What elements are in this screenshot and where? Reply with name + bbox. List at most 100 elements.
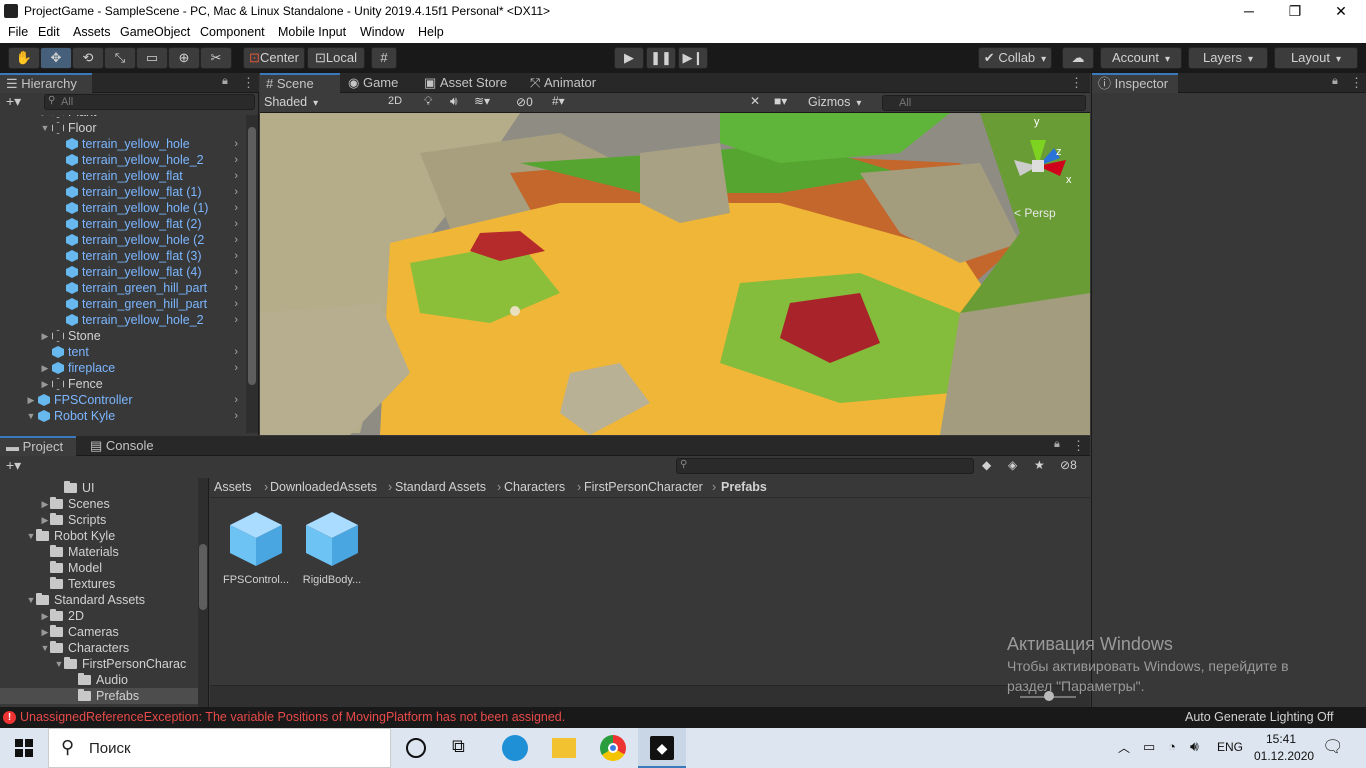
menu-file[interactable]: File: [8, 25, 28, 39]
chevron-down-icon[interactable]: ▼: [40, 640, 50, 656]
more-menu-icon[interactable]: ⋮: [242, 75, 255, 91]
breadcrumb-downloadedassets[interactable]: DownloadedAssets: [270, 478, 377, 496]
hierarchy-item[interactable]: ▶ Fence: [0, 376, 244, 392]
battery-icon[interactable]: ▭: [1143, 739, 1155, 755]
volume-icon[interactable]: 🔊︎: [1190, 738, 1199, 755]
grid-snap-icon[interactable]: #: [371, 47, 397, 69]
open-prefab-arrow-icon[interactable]: ›: [234, 200, 238, 216]
chevron-right-icon[interactable]: ▶: [40, 328, 50, 344]
language-indicator[interactable]: ENG: [1217, 740, 1243, 754]
open-prefab-arrow-icon[interactable]: ›: [234, 296, 238, 312]
open-prefab-arrow-icon[interactable]: ›: [234, 152, 238, 168]
project-scrollbar-thumb[interactable]: [199, 544, 207, 610]
hierarchy-item[interactable]: ▼ Floor: [0, 120, 244, 136]
project-lock-icon[interactable]: 🔒︎: [1054, 438, 1060, 451]
rect-tool-icon[interactable]: ▭: [136, 47, 168, 69]
task-view-icon[interactable]: ⧉: [452, 736, 465, 757]
scene-viewport[interactable]: y z x < Persp: [260, 113, 1090, 435]
grid-toggle-icon[interactable]: #▾: [552, 94, 565, 108]
breadcrumb-prefabs[interactable]: Prefabs: [721, 478, 767, 496]
gizmos-dropdown[interactable]: Gizmos: [808, 95, 870, 109]
hidden-packages-toggle[interactable]: ⊘8: [1060, 458, 1077, 472]
hierarchy-item[interactable]: terrain_yellow_flat ›: [0, 168, 244, 184]
chevron-down-icon[interactable]: ▼: [40, 120, 50, 136]
lock-icon[interactable]: 🔒︎: [222, 75, 228, 88]
shading-dropdown[interactable]: Shaded: [264, 95, 380, 109]
minimize-button[interactable]: ─: [1226, 0, 1272, 23]
play-button[interactable]: ▶: [614, 47, 644, 69]
cloud-icon[interactable]: ☁: [1062, 47, 1094, 69]
project-more-icon[interactable]: ⋮: [1072, 438, 1085, 454]
hierarchy-item[interactable]: terrain_yellow_flat (1) ›: [0, 184, 244, 200]
breadcrumb-standard-assets[interactable]: Standard Assets: [395, 478, 486, 496]
asset-item[interactable]: FPSControl...: [220, 510, 292, 590]
menu-component[interactable]: Component: [200, 25, 265, 39]
tab-project[interactable]: ▬ Project: [0, 436, 76, 456]
chevron-right-icon[interactable]: ▶: [40, 608, 50, 624]
clock-time[interactable]: 15:41: [1266, 732, 1296, 746]
project-folder-item[interactable]: ▼ Characters: [0, 640, 198, 656]
account-dropdown[interactable]: Account: [1100, 47, 1182, 69]
project-search-input[interactable]: [676, 458, 974, 474]
hierarchy-item[interactable]: terrain_yellow_flat (4) ›: [0, 264, 244, 280]
project-folder-item[interactable]: Textures: [0, 576, 198, 592]
hand-tool-icon[interactable]: ✋: [8, 47, 40, 69]
chevron-right-icon[interactable]: ▶: [40, 496, 50, 512]
pivot-center-toggle[interactable]: ⊡Center: [243, 47, 305, 69]
chevron-down-icon[interactable]: ▼: [26, 592, 36, 608]
layers-dropdown[interactable]: Layers: [1188, 47, 1268, 69]
project-folder-item[interactable]: ▶ Scripts: [0, 512, 198, 528]
breadcrumb-firstpersoncharacter[interactable]: FirstPersonCharacter: [584, 478, 703, 496]
scale-tool-icon[interactable]: ⤡: [104, 47, 136, 69]
open-prefab-arrow-icon[interactable]: ›: [234, 184, 238, 200]
project-folder-item[interactable]: ▼ Robot Kyle: [0, 528, 198, 544]
menu-window[interactable]: Window: [360, 25, 404, 39]
lighting-icon[interactable]: 💡︎: [424, 94, 432, 109]
project-folder-item[interactable]: ▶ Scenes: [0, 496, 198, 512]
tab-scene[interactable]: # Scene: [260, 73, 340, 93]
project-tree-scrollbar[interactable]: [198, 478, 208, 707]
open-prefab-arrow-icon[interactable]: ›: [234, 392, 238, 408]
space-local-toggle[interactable]: ⊡Local: [307, 47, 365, 69]
tools-icon[interactable]: ✕: [750, 94, 760, 108]
tab-hierarchy[interactable]: ☰ Hierarchy: [0, 73, 92, 93]
inspector-lock-icon[interactable]: 🔒︎: [1332, 75, 1338, 88]
collab-button[interactable]: ✔ Collab: [978, 47, 1052, 69]
taskbar-search-box[interactable]: ⚲ Поиск: [48, 728, 391, 768]
chevron-right-icon[interactable]: ▶: [40, 376, 50, 392]
persp-label[interactable]: < Persp: [1014, 206, 1056, 220]
unity-taskbar-button[interactable]: ◆: [638, 728, 686, 768]
hierarchy-item[interactable]: tent ›: [0, 344, 244, 360]
project-folder-item[interactable]: ▼ Standard Assets: [0, 592, 198, 608]
close-button[interactable]: ✕: [1318, 0, 1364, 23]
hierarchy-item[interactable]: terrain_yellow_flat (3) ›: [0, 248, 244, 264]
menu-assets[interactable]: Assets: [73, 25, 111, 39]
chevron-right-icon[interactable]: ▶: [40, 624, 50, 640]
open-prefab-arrow-icon[interactable]: ›: [234, 248, 238, 264]
chevron-down-icon[interactable]: ▼: [26, 528, 36, 544]
hierarchy-item[interactable]: ▶ Stone: [0, 328, 244, 344]
rotate-tool-icon[interactable]: ⟲: [72, 47, 104, 69]
project-folder-item[interactable]: Materials: [0, 544, 198, 560]
favorite-star-icon[interactable]: ★: [1034, 458, 1045, 472]
clock-date[interactable]: 01.12.2020: [1254, 749, 1314, 763]
hierarchy-item[interactable]: terrain_yellow_hole_2 ›: [0, 152, 244, 168]
menu-edit[interactable]: Edit: [38, 25, 60, 39]
hidden-objects-toggle[interactable]: ⊘0: [516, 95, 533, 109]
breadcrumb-assets[interactable]: Assets: [214, 478, 252, 496]
hierarchy-item[interactable]: ▶ FPSController ›: [0, 392, 244, 408]
project-folder-item[interactable]: Model: [0, 560, 198, 576]
2d-toggle[interactable]: 2D: [388, 95, 408, 107]
open-prefab-arrow-icon[interactable]: ›: [234, 408, 238, 424]
layout-dropdown[interactable]: Layout: [1274, 47, 1358, 69]
open-prefab-arrow-icon[interactable]: ›: [234, 344, 238, 360]
chevron-down-icon[interactable]: ▼: [26, 408, 36, 424]
tab-asset-store[interactable]: ▣ Asset Store: [418, 73, 522, 93]
tab-animator[interactable]: ⤧ Animator: [524, 73, 614, 93]
project-folder-item[interactable]: UI: [0, 480, 198, 496]
hierarchy-item[interactable]: terrain_yellow_hole (2 ›: [0, 232, 244, 248]
tab-game[interactable]: ◉ Game: [342, 73, 420, 93]
camera-icon[interactable]: ■▾: [774, 94, 787, 108]
menu-help[interactable]: Help: [418, 25, 444, 39]
create-plus-icon[interactable]: +▾: [6, 93, 21, 110]
